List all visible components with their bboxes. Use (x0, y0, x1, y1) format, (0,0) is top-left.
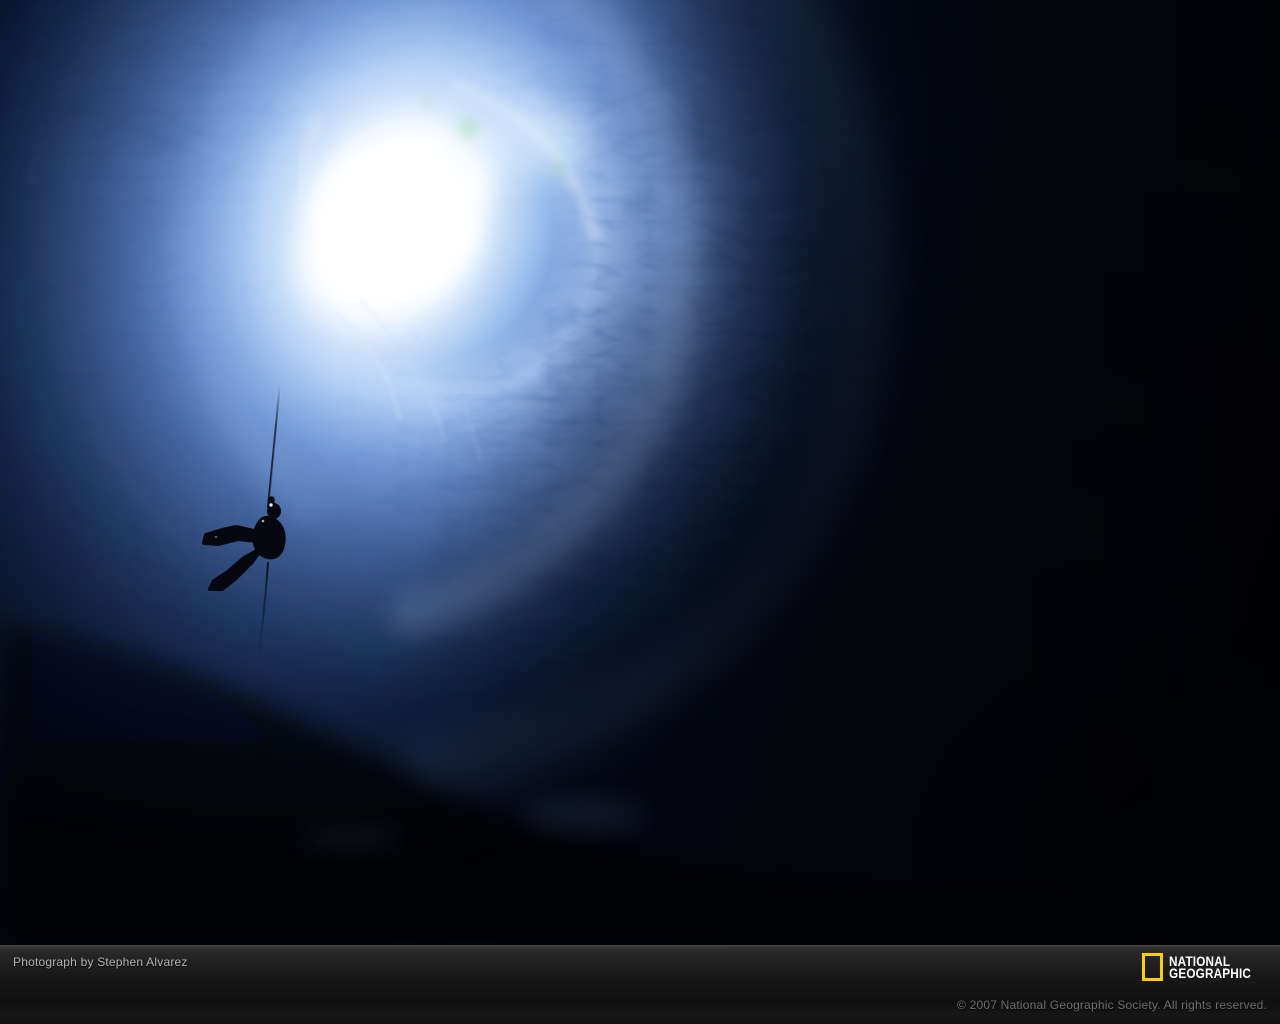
cave-darkness (0, 0, 1280, 945)
national-geographic-logo: NATIONAL GEOGRAPHIC (1142, 953, 1267, 981)
ng-logo-line2: GEOGRAPHIC (1169, 965, 1252, 981)
cave-scene (0, 0, 1280, 945)
ng-logo-wordmark: NATIONAL GEOGRAPHIC (1169, 954, 1252, 981)
cave-photo (0, 0, 1280, 945)
ng-yellow-frame-icon (1142, 953, 1164, 981)
wallpaper-page: Photograph by Stephen Alvarez NATIONAL G… (0, 0, 1280, 1024)
photo-credit: Photograph by Stephen Alvarez (13, 955, 188, 969)
credit-bar: Photograph by Stephen Alvarez NATIONAL G… (0, 945, 1280, 1024)
copyright-text: © 2007 National Geographic Society. All … (957, 998, 1267, 1012)
